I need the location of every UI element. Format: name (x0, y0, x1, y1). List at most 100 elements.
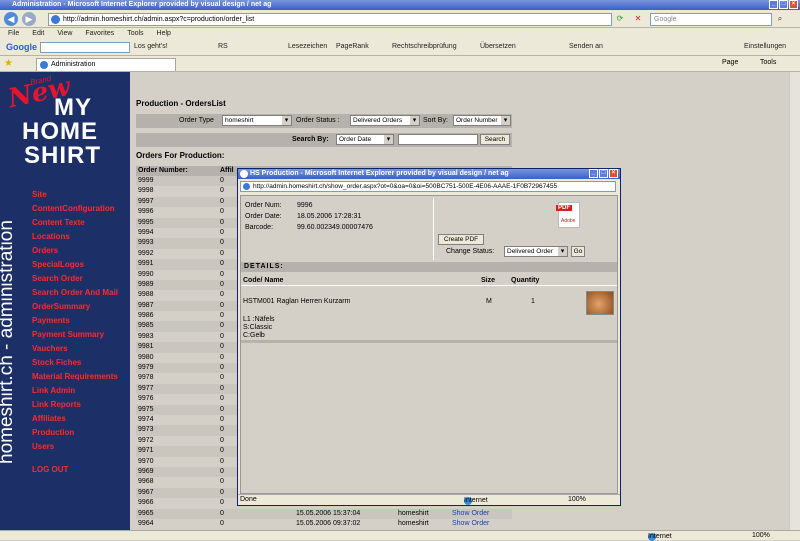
sidebar-item-orders[interactable]: Orders (32, 246, 128, 255)
menu-favorites[interactable]: Favorites (85, 28, 114, 39)
col-affiliate: Affil (220, 167, 234, 174)
admin-sidebar: Brand New MY HOME SHIRT homeshirt.ch - a… (0, 72, 130, 540)
search-by-select[interactable]: Order Date (336, 134, 394, 145)
affiliate-cell: 0 (220, 478, 224, 486)
search-button[interactable]: Search (480, 134, 510, 145)
go-button[interactable]: Go (571, 246, 585, 257)
window-title: Administration - Microsoft Internet Expl… (12, 1, 272, 8)
back-button[interactable]: ◀ (4, 12, 18, 26)
orders-heading: Orders For Production: (136, 151, 225, 160)
zoom-level[interactable]: 100% (752, 532, 770, 539)
close-button[interactable]: × (789, 0, 798, 9)
maximize-button[interactable]: □ (779, 0, 788, 9)
sidebar-item-affiliates[interactable]: Affiliates (32, 414, 128, 423)
bookmarks-button[interactable]: Lesezeichen (288, 43, 327, 50)
order-number-cell: 9987 (138, 301, 154, 309)
tools-menu-button[interactable]: Tools (760, 59, 776, 66)
popup-zoom[interactable]: 100% (568, 496, 586, 503)
sidebar-item-material-requirements[interactable]: Material Requirements (32, 372, 128, 381)
sidebar-item-contentconfiguration[interactable]: ContentConfiguration (32, 204, 128, 213)
forward-button[interactable]: ▶ (22, 12, 36, 26)
menu-file[interactable]: File (8, 28, 19, 39)
affiliate-cell: 0 (220, 343, 224, 351)
settings-button[interactable]: Einstellungen (744, 43, 786, 50)
order-status-select[interactable]: Delivered Orders (350, 115, 420, 126)
sidebar-item-speciallogos[interactable]: SpecialLogos (32, 260, 128, 269)
affiliate-cell: 0 (220, 436, 224, 444)
sidebar-item-locations[interactable]: Locations (32, 232, 128, 241)
google-search-input[interactable] (40, 42, 130, 53)
stop-icon[interactable]: ✕ (632, 13, 644, 25)
table-row[interactable]: 9964 0 15.05.2006 09:37:02 homeshirt Sho… (136, 518, 512, 530)
google-toolbar: Google Los geht's! RS Lesezeichen PageRa… (0, 39, 800, 56)
sidebar-item-payment-summary[interactable]: Payment Summary (32, 330, 128, 339)
refresh-icon[interactable]: ⟳ (614, 13, 626, 25)
sidebar-item-content-texte[interactable]: Content Texte (32, 218, 128, 227)
tab-administration[interactable]: Administration (36, 58, 176, 71)
popup-titlebar: HS Production - Microsoft Internet Explo… (238, 169, 620, 179)
item-line-2: S:Classic (243, 324, 273, 331)
page-scrollbar[interactable] (789, 72, 800, 530)
popup-maximize-button[interactable]: □ (599, 169, 608, 178)
details-header: DETAILS: (241, 262, 617, 272)
search-icon[interactable]: ⌕ (774, 13, 786, 25)
google-rs-button[interactable]: RS (218, 43, 228, 50)
search-input[interactable]: Google (650, 13, 772, 26)
popup-window-controls: _ □ × (589, 169, 618, 178)
popup-address-bar[interactable]: http://admin.homeshirt.ch/show_order.asp… (240, 181, 616, 192)
send-to-button[interactable]: Senden an (569, 43, 603, 50)
minimize-button[interactable]: _ (769, 0, 778, 9)
sort-by-select[interactable]: Order Number (453, 115, 511, 126)
sidebar-item-payments[interactable]: Payments (32, 316, 128, 325)
pagerank-indicator: PageRank (336, 43, 369, 50)
favorites-star-icon[interactable]: ★ (4, 58, 13, 69)
affiliate-cell: 0 (220, 499, 224, 507)
sidebar-item-logout[interactable]: LOG OUT (32, 465, 128, 474)
browser-statusbar: Internet 100% (0, 530, 800, 541)
spellcheck-button[interactable]: Rechtschreibprüfung (392, 43, 457, 50)
order-number-cell: 9974 (138, 415, 154, 423)
translate-button[interactable]: Übersetzen (480, 43, 516, 50)
menu-help[interactable]: Help (157, 28, 171, 39)
sidebar-item-ordersummary[interactable]: OrderSummary (32, 302, 128, 311)
change-status-select[interactable]: Delivered Order (504, 246, 568, 257)
sidebar-item-stock-fiches[interactable]: Stock Fiches (32, 358, 128, 367)
popup-close-button[interactable]: × (609, 169, 618, 178)
table-row[interactable]: 9965 0 15.05.2006 15:37:04 homeshirt Sho… (136, 508, 512, 519)
sidebar-item-site[interactable]: Site (32, 190, 128, 199)
search-by-label: Search By: (292, 136, 329, 143)
page-menu-button[interactable]: Page (722, 59, 738, 66)
sidebar-item-production[interactable]: Production (32, 428, 128, 437)
menu-tools[interactable]: Tools (127, 28, 143, 39)
order-type-select[interactable]: homeshirt (222, 115, 292, 126)
create-pdf-button[interactable]: Create PDF (438, 234, 484, 245)
popup-title: HS Production - Microsoft Internet Explo… (250, 170, 509, 177)
sidebar-item-link-admin[interactable]: Link Admin (32, 386, 128, 395)
google-go-button[interactable]: Los geht's! (134, 43, 168, 50)
sidebar-item-search-order-mail[interactable]: Search Order And Mail (32, 288, 128, 297)
tab-label: Administration (51, 61, 96, 68)
window-titlebar: Administration - Microsoft Internet Expl… (0, 0, 800, 10)
sidebar-item-search-order[interactable]: Search Order (32, 274, 128, 283)
barcode-value: 99.60.002349.00007476 (297, 224, 373, 231)
pdf-icon[interactable]: PDF Adobe (556, 202, 580, 228)
order-number-cell: 9966 (138, 499, 154, 507)
menu-view[interactable]: View (57, 28, 72, 39)
sidebar-item-vauchers[interactable]: Vauchers (32, 344, 128, 353)
search-value-input[interactable] (398, 134, 478, 145)
show-order-link[interactable]: Show Order (452, 510, 489, 517)
affiliate-cell: 0 (220, 291, 224, 299)
affiliate-cell: 0 (220, 395, 224, 403)
order-number-cell: 9986 (138, 312, 154, 320)
order-status-label: Order Status : (296, 117, 340, 124)
menu-edit[interactable]: Edit (32, 28, 44, 39)
item-thumbnail[interactable] (586, 291, 614, 315)
zone-text: Internet (648, 533, 672, 540)
sidebar-item-users[interactable]: Users (32, 442, 128, 451)
popup-ie-icon (240, 170, 248, 178)
address-bar[interactable]: http://admin.homeshirt.ch/admin.aspx?c=p… (48, 13, 612, 26)
order-type-label: Order Type (179, 117, 214, 124)
sidebar-item-link-reports[interactable]: Link Reports (32, 400, 128, 409)
show-order-link[interactable]: Show Order (452, 520, 489, 527)
popup-minimize-button[interactable]: _ (589, 169, 598, 178)
